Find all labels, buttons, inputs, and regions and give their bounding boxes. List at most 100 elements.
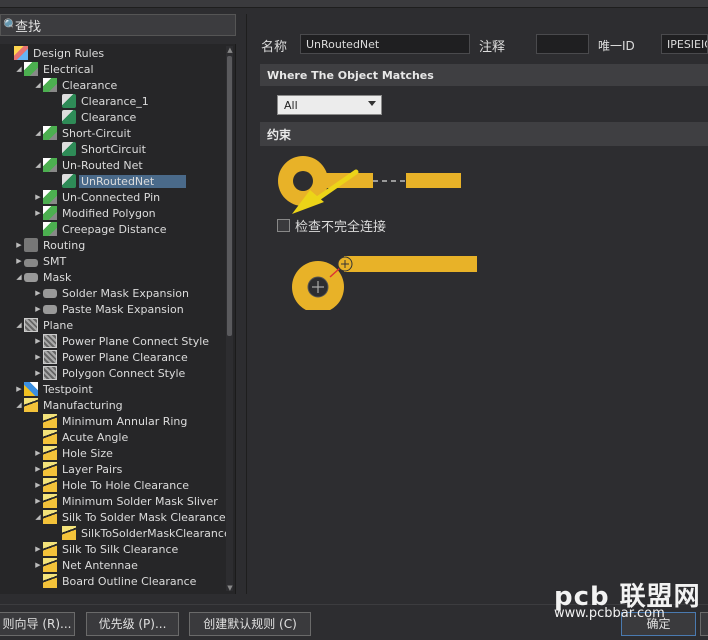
search-icon: 🔍 [3, 18, 13, 32]
collapse-arrow-icon[interactable]: ◢ [14, 273, 24, 281]
tree-node-label: Testpoint [43, 382, 93, 396]
tree-node[interactable]: Minimum Annular Ring [33, 413, 189, 429]
tree-node-label: Board Outline Clearance [62, 574, 197, 588]
name-field[interactable]: UnRoutedNet [300, 34, 470, 54]
title-strip [0, 0, 708, 8]
tree-node[interactable]: Clearance [52, 109, 138, 125]
expand-arrow-icon[interactable]: ▶ [33, 369, 43, 377]
watermark-url: www.pcbbar.com [554, 606, 665, 621]
rule-category-icon [43, 446, 57, 460]
tree-node[interactable]: Design Rules [4, 45, 106, 61]
check-incomplete-connection-checkbox[interactable] [277, 219, 290, 232]
collapse-arrow-icon[interactable]: ◢ [14, 321, 24, 329]
search-input[interactable]: 查找 [15, 16, 41, 35]
rule-category-icon [62, 174, 76, 188]
expand-arrow-icon[interactable]: ▶ [33, 481, 43, 489]
tree-node[interactable]: ◢ Silk To Solder Mask Clearance [33, 509, 228, 525]
tree-node-label: Power Plane Connect Style [62, 334, 210, 348]
collapse-arrow-icon[interactable]: ◢ [14, 401, 24, 409]
tree-node[interactable]: ◢ Electrical [14, 61, 96, 77]
expand-arrow-icon[interactable]: ▶ [14, 241, 24, 249]
expand-arrow-icon[interactable]: ▶ [33, 305, 43, 313]
tree-node[interactable]: ▶ Net Antennae [33, 557, 140, 573]
tree-node-label: Silk To Silk Clearance [62, 542, 179, 556]
tree-node[interactable]: UnRoutedNet [52, 173, 187, 189]
tree-node[interactable]: ▶ Testpoint [14, 381, 95, 397]
collapse-arrow-icon[interactable]: ◢ [33, 513, 43, 521]
rule-category-icon [62, 526, 76, 540]
expand-arrow-icon[interactable]: ▶ [33, 337, 43, 345]
unique-id-field[interactable]: IPESIEIQ [661, 34, 708, 54]
tree-node[interactable]: ▶ SMT [14, 253, 68, 269]
priority-button[interactable]: 优先级 (P)... [86, 612, 179, 636]
tree-node[interactable]: ▶ Un-Connected Pin [33, 189, 162, 205]
collapse-arrow-icon[interactable]: ◢ [33, 161, 43, 169]
tree-node[interactable]: ◢ Clearance [33, 77, 119, 93]
tree-node[interactable]: ◢ Plane [14, 317, 75, 333]
expand-arrow-icon[interactable]: ▶ [33, 289, 43, 297]
expand-arrow-icon[interactable]: ▶ [33, 497, 43, 505]
tree-node-label: Clearance_1 [81, 94, 149, 108]
collapse-arrow-icon[interactable]: ◢ [33, 129, 43, 137]
tree-node[interactable]: ◢ Mask [14, 269, 73, 285]
tree-node[interactable]: ShortCircuit [52, 141, 148, 157]
tree-node-label: Clearance [81, 110, 137, 124]
tree-node-label: UnRoutedNet [79, 174, 187, 188]
tree-node[interactable]: ◢ Manufacturing [14, 397, 125, 413]
comment-field[interactable] [536, 34, 589, 54]
tree-node[interactable]: ▶ Silk To Silk Clearance [33, 541, 180, 557]
tree-node[interactable]: Creepage Distance [33, 221, 169, 237]
scroll-down-arrow[interactable]: ▼ [226, 584, 234, 592]
tree-node[interactable]: Clearance_1 [52, 93, 151, 109]
tree-node-label: Plane [43, 318, 74, 332]
expand-arrow-icon[interactable]: ▶ [14, 257, 24, 265]
collapse-arrow-icon[interactable]: ◢ [33, 81, 43, 89]
scroll-up-arrow[interactable]: ▲ [226, 46, 234, 54]
expand-arrow-icon[interactable]: ▶ [14, 385, 24, 393]
tree-node[interactable]: ▶ Routing [14, 237, 87, 253]
tree-node-label: Routing [43, 238, 86, 252]
match-scope-dropdown[interactable]: All [277, 95, 382, 115]
tree-node-label: Solder Mask Expansion [62, 286, 190, 300]
tree-node[interactable]: ▶ Polygon Connect Style [33, 365, 187, 381]
tree-node[interactable]: ▶ Power Plane Clearance [33, 349, 190, 365]
tree-node[interactable]: ▶ Modified Polygon [33, 205, 158, 221]
rule-tree[interactable]: Design Rules ◢ Electrical ◢ Clearance Clearan… [0, 44, 236, 594]
tree-node[interactable]: ◢ Short-Circuit [33, 125, 133, 141]
tree-node-label: Modified Polygon [62, 206, 156, 220]
tree-node-label: Power Plane Clearance [62, 350, 188, 364]
search-box[interactable]: 🔍 查找 [0, 14, 236, 36]
expand-arrow-icon[interactable]: ▶ [33, 465, 43, 473]
rule-wizard-button[interactable]: 则向导 (R)... [0, 612, 75, 636]
tree-node[interactable]: ▶ Minimum Solder Mask Sliver [33, 493, 220, 509]
tree-node[interactable]: ◢ Un-Routed Net [33, 157, 145, 173]
tree-node-label: Silk To Solder Mask Clearance [62, 510, 226, 524]
rule-editor-window: { "search": {"text": "查找"}, "tree": [ {"… [0, 0, 708, 640]
where-object-matches-header: Where The Object Matches [260, 64, 708, 86]
tree-node[interactable]: ▶ Layer Pairs [33, 461, 124, 477]
tree-node[interactable]: ▶ Hole Size [33, 445, 115, 461]
tree-node[interactable]: Board Outline Clearance [33, 573, 198, 589]
tree-scroll-thumb[interactable] [227, 56, 232, 336]
expand-arrow-icon[interactable]: ▶ [33, 209, 43, 217]
tree-node[interactable]: ▶ Paste Mask Expansion [33, 301, 186, 317]
tree-node[interactable]: ▶ Power Plane Connect Style [33, 333, 211, 349]
create-default-rules-button[interactable]: 创建默认规则 (C) [189, 612, 311, 636]
tree-node[interactable]: Acute Angle [33, 429, 130, 445]
expand-arrow-icon[interactable]: ▶ [33, 193, 43, 201]
collapse-arrow-icon[interactable]: ◢ [14, 65, 24, 73]
tree-node-label: Creepage Distance [62, 222, 167, 236]
expand-arrow-icon[interactable]: ▶ [33, 561, 43, 569]
tree-node[interactable]: ▶ Hole To Hole Clearance [33, 477, 191, 493]
tree-node[interactable]: ▶ Solder Mask Expansion [33, 285, 191, 301]
expand-arrow-icon[interactable]: ▶ [33, 545, 43, 553]
rule-category-icon [43, 222, 57, 236]
tree-node-label: Acute Angle [62, 430, 129, 444]
tree-node-label: SMT [43, 254, 67, 268]
tree-node[interactable]: SilkToSolderMaskClearance [52, 525, 233, 541]
expand-arrow-icon[interactable]: ▶ [33, 449, 43, 457]
expand-arrow-icon[interactable]: ▶ [33, 353, 43, 361]
tree-node-label: Minimum Annular Ring [62, 414, 188, 428]
rule-category-icon [43, 366, 57, 380]
rule-category-icon [43, 126, 57, 140]
